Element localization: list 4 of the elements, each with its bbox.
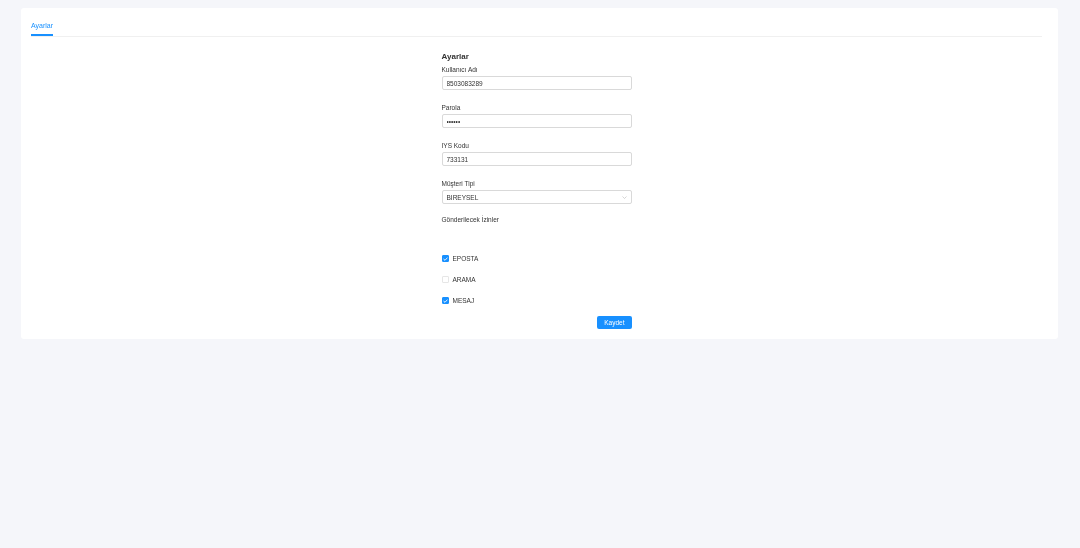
form-title: Ayarlar — [441, 52, 470, 61]
checkbox[interactable] — [441, 255, 449, 262]
chevron-icon — [621, 195, 627, 199]
checkbox[interactable] — [441, 297, 449, 304]
